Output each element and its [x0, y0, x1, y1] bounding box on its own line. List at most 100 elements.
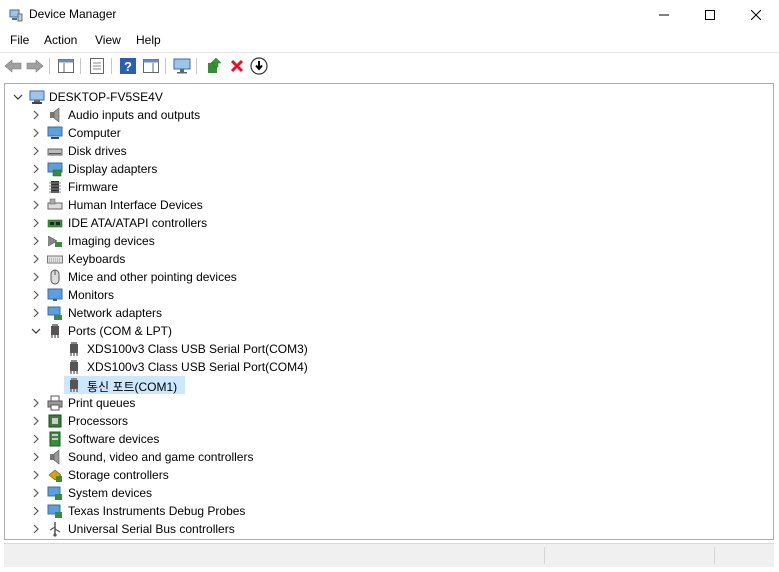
- action-pane-button[interactable]: [141, 56, 161, 76]
- forward-button[interactable]: [25, 56, 45, 76]
- usb-icon: [49, 522, 61, 537]
- chevron-right-icon[interactable]: [31, 416, 41, 426]
- chevron-right-icon[interactable]: [31, 218, 41, 228]
- tree-item-label: Display adapters: [68, 162, 158, 176]
- tree-item-usb-controllers[interactable]: Universal Serial Bus controllers: [5, 520, 773, 538]
- tree-subitem-com3[interactable]: XDS100v3 Class USB Serial Port(COM3): [5, 340, 773, 358]
- tree-item-mice[interactable]: Mice and other pointing devices: [5, 268, 773, 286]
- menu-action[interactable]: Action: [44, 33, 77, 47]
- action-pane-icon: [143, 59, 159, 73]
- network-adapter-icon: [47, 306, 62, 320]
- tree-item-ti-debug-probes[interactable]: Texas Instruments Debug Probes: [5, 502, 773, 520]
- tree-root-label: DESKTOP-FV5SE4V: [49, 90, 163, 104]
- chevron-right-icon[interactable]: [31, 110, 41, 120]
- properties-icon: [90, 58, 104, 74]
- tree-item-print-queues[interactable]: Print queues: [5, 394, 773, 412]
- toolbar-separator: [80, 58, 81, 74]
- chevron-right-icon[interactable]: [31, 506, 41, 516]
- keyboard-icon: [47, 255, 63, 264]
- update-driver-button[interactable]: [204, 56, 224, 76]
- tree-item-label: Audio inputs and outputs: [68, 108, 201, 122]
- chevron-right-icon[interactable]: [31, 452, 41, 462]
- tree-item-label: Print queues: [68, 396, 136, 410]
- disable-device-button[interactable]: [249, 56, 269, 76]
- status-bar-divider: [544, 547, 545, 564]
- close-icon: [751, 10, 761, 20]
- tree-item-computer[interactable]: Computer: [5, 124, 773, 142]
- chevron-right-icon[interactable]: [31, 236, 41, 246]
- tree-subitem-com1[interactable]: 통신 포트(COM1): [5, 376, 773, 394]
- chevron-right-icon[interactable]: [31, 290, 41, 300]
- toolbar: ?: [0, 53, 779, 79]
- tree-item-label: Network adapters: [68, 306, 163, 320]
- tree-item-ide-controllers[interactable]: IDE ATA/ATAPI controllers: [5, 214, 773, 232]
- tree-item-network-adapters[interactable]: Network adapters: [5, 304, 773, 322]
- tree-item-storage-controllers[interactable]: Storage controllers: [5, 466, 773, 484]
- tree-item-audio[interactable]: Audio inputs and outputs: [5, 106, 773, 124]
- chevron-right-icon[interactable]: [31, 254, 41, 264]
- tree-item-sound-controllers[interactable]: Sound, video and game controllers: [5, 448, 773, 466]
- toolbar-separator: [49, 58, 50, 74]
- tree-item-display-adapters[interactable]: Display adapters: [5, 160, 773, 178]
- tree-item-hid[interactable]: Human Interface Devices: [5, 196, 773, 214]
- chevron-right-icon[interactable]: [31, 470, 41, 480]
- show-hide-console-tree-button[interactable]: [56, 56, 76, 76]
- chevron-right-icon[interactable]: [31, 272, 41, 282]
- port-icon: [70, 342, 78, 356]
- tree-item-ports[interactable]: Ports (COM & LPT): [5, 322, 773, 340]
- tree-item-monitors[interactable]: Monitors: [5, 286, 773, 304]
- status-bar: [4, 543, 774, 567]
- help-button[interactable]: ?: [118, 56, 138, 76]
- close-button[interactable]: [733, 0, 779, 30]
- menu-file[interactable]: File: [10, 33, 29, 47]
- uninstall-icon: [230, 59, 244, 73]
- chevron-right-icon[interactable]: [31, 128, 41, 138]
- show-hide-console-tree-icon: [58, 59, 74, 73]
- back-button[interactable]: [3, 56, 23, 76]
- chevron-right-icon[interactable]: [31, 524, 41, 534]
- tree-item-label: Universal Serial Bus controllers: [68, 522, 235, 536]
- minimize-button[interactable]: [641, 0, 687, 30]
- properties-button[interactable]: [87, 56, 107, 76]
- port-icon: [51, 324, 59, 338]
- tree-item-system-devices[interactable]: System devices: [5, 484, 773, 502]
- storage-controller-icon: [48, 469, 62, 482]
- menu-view[interactable]: View: [95, 33, 121, 47]
- title-bar: Device Manager: [0, 0, 779, 30]
- chevron-right-icon[interactable]: [31, 488, 41, 498]
- processor-icon: [48, 414, 62, 428]
- tree-item-label: Imaging devices: [68, 234, 155, 248]
- back-arrow-icon: [4, 59, 22, 73]
- tree-item-firmware[interactable]: Firmware: [5, 178, 773, 196]
- chevron-right-icon[interactable]: [31, 164, 41, 174]
- tree-subitem-com4[interactable]: XDS100v3 Class USB Serial Port(COM4): [5, 358, 773, 376]
- chevron-right-icon[interactable]: [31, 146, 41, 156]
- tree-item-processors[interactable]: Processors: [5, 412, 773, 430]
- scan-hardware-button[interactable]: [172, 56, 192, 76]
- chevron-right-icon[interactable]: [31, 308, 41, 318]
- toolbar-separator: [196, 58, 197, 74]
- tree-item-keyboards[interactable]: Keyboards: [5, 250, 773, 268]
- maximize-button[interactable]: [687, 0, 733, 30]
- tree-item-imaging[interactable]: Imaging devices: [5, 232, 773, 250]
- chevron-right-icon[interactable]: [31, 200, 41, 210]
- menu-help[interactable]: Help: [136, 33, 161, 47]
- mouse-icon: [50, 269, 60, 285]
- tree-item-label: Texas Instruments Debug Probes: [68, 504, 246, 518]
- port-icon: [70, 378, 78, 392]
- tree-item-label: Processors: [68, 414, 129, 428]
- chevron-right-icon[interactable]: [31, 434, 41, 444]
- tree-item-disk-drives[interactable]: Disk drives: [5, 142, 773, 160]
- system-devices-icon: [47, 486, 62, 500]
- chevron-down-icon[interactable]: [31, 326, 41, 336]
- chevron-right-icon[interactable]: [31, 398, 41, 408]
- toolbar-separator: [165, 58, 166, 74]
- device-tree[interactable]: DESKTOP-FV5SE4V Audio inputs and outputs…: [4, 83, 774, 540]
- tree-item-software-devices[interactable]: Software devices: [5, 430, 773, 448]
- uninstall-device-button[interactable]: [227, 56, 247, 76]
- window-title: Device Manager: [29, 7, 117, 21]
- tree-root[interactable]: DESKTOP-FV5SE4V: [5, 88, 773, 106]
- monitor-scan-icon: [173, 58, 191, 74]
- chevron-right-icon[interactable]: [31, 182, 41, 192]
- chevron-down-icon[interactable]: [13, 92, 23, 102]
